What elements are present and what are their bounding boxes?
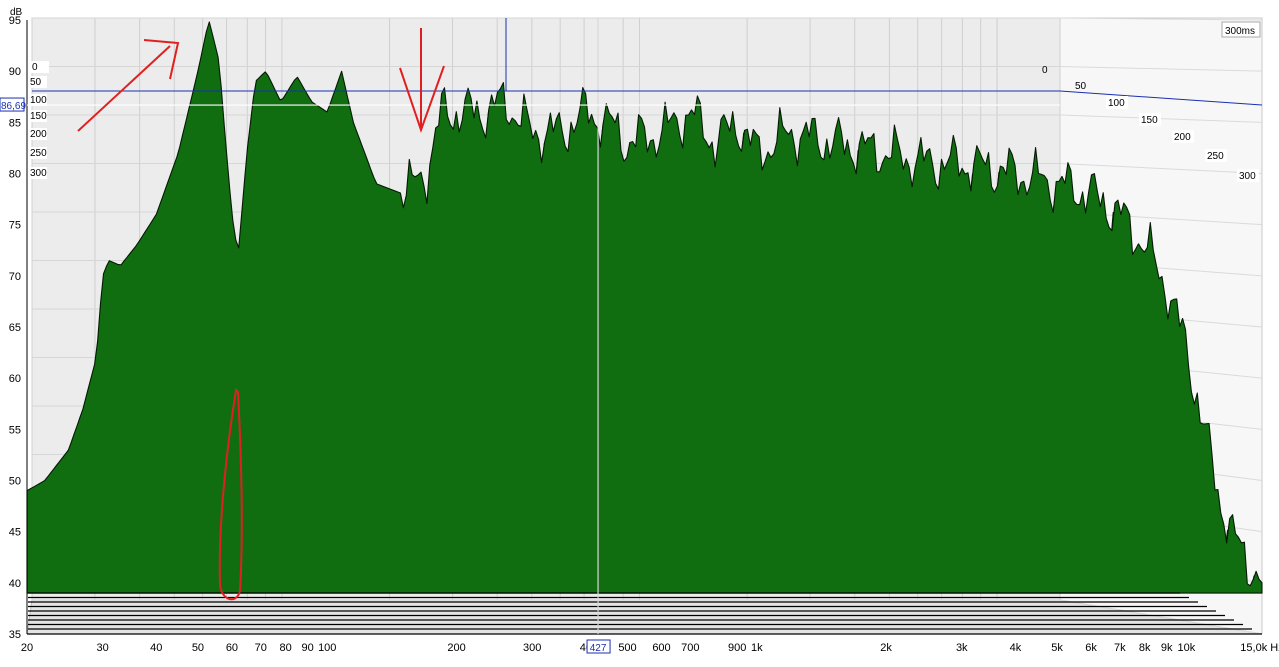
y-tick-label: 65 (9, 322, 21, 334)
x-tick-label: 700 (681, 642, 699, 654)
x-tick-label: 8k (1139, 642, 1151, 654)
y-tick-label: 80 (9, 169, 21, 181)
x-tick-label: 200 (447, 642, 465, 654)
x-tick-label: 600 (652, 642, 670, 654)
time-range-label: 300ms (1225, 26, 1255, 37)
time-tick-label-left: 50 (30, 77, 42, 88)
time-tick-label-left: 300 (30, 168, 47, 179)
y-tick-label: 85 (9, 117, 21, 129)
time-tick-label-back: 0 (1042, 65, 1048, 76)
x-tick-label: 5k (1051, 642, 1063, 654)
x-tick-label: 900 (728, 642, 746, 654)
x-tick-label: 9k (1161, 642, 1173, 654)
time-tick-label-left: 150 (30, 111, 47, 122)
y-tick-label: 90 (9, 66, 21, 78)
x-tick-label: 40 (150, 642, 162, 654)
time-tick-label-right: 150 (1141, 115, 1158, 126)
x-tick-label: 70 (255, 642, 267, 654)
x-tick-label: 80 (279, 642, 291, 654)
y-tick-label: 40 (9, 578, 21, 590)
x-tick-label: 10k (1177, 642, 1195, 654)
x-tick-label: 6k (1085, 642, 1097, 654)
y-tick-label: 75 (9, 220, 21, 232)
y-tick-label: 95 (9, 15, 21, 27)
time-tick-label-right: 300 (1239, 171, 1256, 182)
waterfall-plot: dB9590858075706560555045403520 30 40 50 60 70… (0, 7, 1279, 662)
time-tick-label-left: 100 (30, 95, 47, 106)
y-tick-label: 55 (9, 424, 21, 436)
x-tick-label: 100 (318, 642, 336, 654)
x-tick-label: 30 (97, 642, 109, 654)
x-tick-label: 1k (751, 642, 763, 654)
x-tick-label: 2k (880, 642, 892, 654)
time-tick-label-back: 50 (1075, 81, 1087, 92)
y-tick-label: 45 (9, 527, 21, 539)
x-tick-label: 500 (618, 642, 636, 654)
y-tick-label: 60 (9, 373, 21, 385)
cursor-freq-readout: 427 (590, 643, 607, 654)
time-tick-label-left: 200 (30, 129, 47, 140)
time-tick-label-left: 0 (32, 62, 38, 73)
y-tick-label: 50 (9, 476, 21, 488)
x-tick-label: 4k (1010, 642, 1022, 654)
x-tick-label: 20 (21, 642, 33, 654)
time-tick-label-right: 200 (1174, 132, 1191, 143)
cursor-level-readout: 86,69 (1, 101, 26, 112)
y-tick-label: 70 (9, 271, 21, 283)
waterfall-chart: dB 95 90 85 80 75 70 65 60 55 50 45 40 35 20 30 40 50 60 70… (0, 0, 1279, 662)
x-tick-label: 7k (1114, 642, 1126, 654)
x-tick-label: 60 (226, 642, 238, 654)
x-tick-label: 15,0k Hz (1240, 642, 1279, 654)
y-tick-label: 35 (9, 629, 21, 641)
time-tick-label-left: 250 (30, 148, 47, 159)
time-tick-label-right: 250 (1207, 151, 1224, 162)
x-tick-label: 300 (523, 642, 541, 654)
x-tick-label: 90 (301, 642, 313, 654)
x-tick-label: 50 (192, 642, 204, 654)
x-tick-label: 3k (956, 642, 968, 654)
time-tick-label-right: 100 (1108, 98, 1125, 109)
